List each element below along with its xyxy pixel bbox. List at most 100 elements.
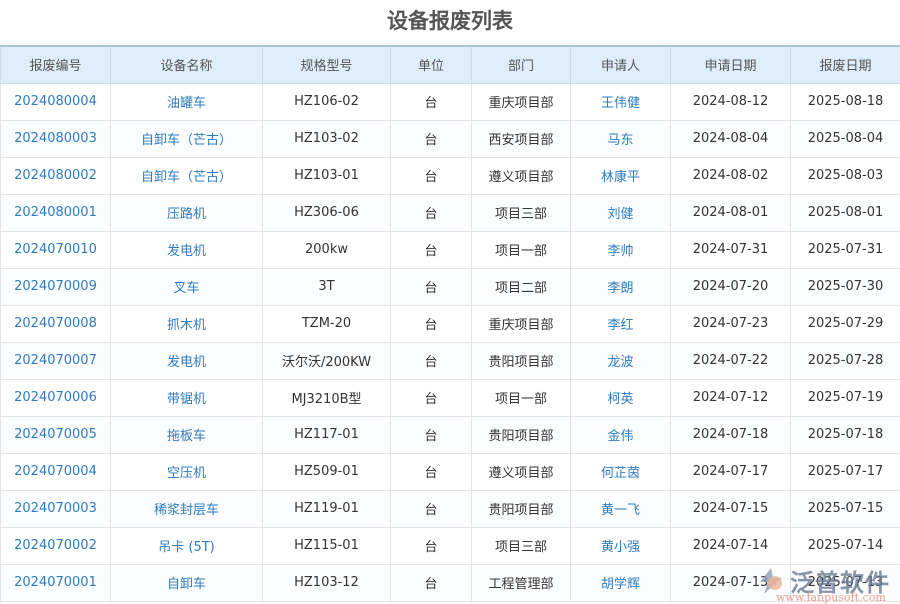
apply-date-cell: 2024-08-02 [671, 157, 791, 194]
scrap-id-cell[interactable]: 2024070006 [1, 379, 111, 416]
scrap-date-cell: 2025-07-18 [791, 416, 900, 453]
department-cell: 项目一部 [472, 379, 571, 416]
column-header[interactable]: 申请人 [571, 46, 671, 83]
apply-date-cell: 2024-07-20 [671, 268, 791, 305]
table-row: 2024070008抓木机TZM-20台重庆项目部李红2024-07-23202… [1, 305, 900, 342]
equipment-name-cell[interactable]: 自卸车 [111, 564, 263, 601]
equipment-name-cell[interactable]: 空压机 [111, 453, 263, 490]
equipment-name-cell[interactable]: 自卸车（芒古） [111, 157, 263, 194]
apply-date-cell: 2024-08-12 [671, 83, 791, 120]
scrap-id-cell[interactable]: 2024070002 [1, 527, 111, 564]
table-row: 2024070006带锯机MJ3210B型台项目一部柯英2024-07-1220… [1, 379, 900, 416]
model-cell: MJ3210B型 [263, 379, 391, 416]
scrap-date-cell: 2025-07-17 [791, 453, 900, 490]
scrap-date-cell: 2025-08-01 [791, 194, 900, 231]
applicant-cell[interactable]: 黄一飞 [571, 490, 671, 527]
applicant-cell[interactable]: 李红 [571, 305, 671, 342]
apply-date-cell: 2024-07-31 [671, 231, 791, 268]
scrap-date-cell: 2025-07-28 [791, 342, 900, 379]
applicant-cell[interactable]: 李帅 [571, 231, 671, 268]
column-header[interactable]: 申请日期 [671, 46, 791, 83]
scrap-id-cell[interactable]: 2024070007 [1, 342, 111, 379]
apply-date-cell: 2024-07-23 [671, 305, 791, 342]
applicant-cell[interactable]: 胡学辉 [571, 564, 671, 601]
scrap-id-cell[interactable]: 2024070010 [1, 231, 111, 268]
applicant-cell[interactable]: 刘健 [571, 194, 671, 231]
equipment-name-cell[interactable]: 自卸车（芒古） [111, 120, 263, 157]
table-row: 2024070005拖板车HZ117-01台贵阳项目部金伟2024-07-182… [1, 416, 900, 453]
table-row: 2024070007发电机沃尔沃/200KW台贵阳项目部龙波2024-07-22… [1, 342, 900, 379]
equipment-name-cell[interactable]: 叉车 [111, 268, 263, 305]
equipment-name-cell[interactable]: 压路机 [111, 194, 263, 231]
scrap-date-cell: 2025-08-04 [791, 120, 900, 157]
model-cell: HZ306-06 [263, 194, 391, 231]
equipment-name-cell[interactable]: 拖板车 [111, 416, 263, 453]
table-row: 2024080004油罐车HZ106-02台重庆项目部王伟健2024-08-12… [1, 83, 900, 120]
scrap-id-cell[interactable]: 2024070001 [1, 564, 111, 601]
table-row: 2024080002自卸车（芒古）HZ103-01台遵义项目部林康平2024-0… [1, 157, 900, 194]
scrap-date-cell: 2025-07-14 [791, 527, 900, 564]
equipment-name-cell[interactable]: 吊卡 (5T) [111, 527, 263, 564]
model-cell: HZ103-01 [263, 157, 391, 194]
equipment-name-cell[interactable]: 油罐车 [111, 83, 263, 120]
applicant-cell[interactable]: 黄小强 [571, 527, 671, 564]
department-cell: 工程管理部 [472, 564, 571, 601]
column-header[interactable]: 报废日期 [791, 46, 900, 83]
scrap-id-cell[interactable]: 2024070008 [1, 305, 111, 342]
scrap-table: 报废编号设备名称规格型号单位部门申请人申请日期报废日期 2024080004油罐… [0, 45, 900, 602]
column-header[interactable]: 单位 [391, 46, 472, 83]
department-cell: 贵阳项目部 [472, 342, 571, 379]
apply-date-cell: 2024-08-01 [671, 194, 791, 231]
apply-date-cell: 2024-07-18 [671, 416, 791, 453]
column-header[interactable]: 规格型号 [263, 46, 391, 83]
table-header: 报废编号设备名称规格型号单位部门申请人申请日期报废日期 [1, 46, 900, 83]
department-cell: 项目三部 [472, 527, 571, 564]
model-cell: HZ117-01 [263, 416, 391, 453]
applicant-cell[interactable]: 龙波 [571, 342, 671, 379]
model-cell: HZ115-01 [263, 527, 391, 564]
table-row: 2024070009叉车3T台项目二部李朗2024-07-202025-07-3… [1, 268, 900, 305]
scrap-date-cell: 2025-07-31 [791, 231, 900, 268]
scrap-date-cell: 2025-07-29 [791, 305, 900, 342]
unit-cell: 台 [391, 157, 472, 194]
scrap-id-cell[interactable]: 2024080004 [1, 83, 111, 120]
scrap-id-cell[interactable]: 2024080003 [1, 120, 111, 157]
equipment-name-cell[interactable]: 发电机 [111, 342, 263, 379]
column-header[interactable]: 设备名称 [111, 46, 263, 83]
department-cell: 贵阳项目部 [472, 416, 571, 453]
equipment-name-cell[interactable]: 带锯机 [111, 379, 263, 416]
applicant-cell[interactable]: 林康平 [571, 157, 671, 194]
applicant-cell[interactable]: 王伟健 [571, 83, 671, 120]
applicant-cell[interactable]: 马东 [571, 120, 671, 157]
applicant-cell[interactable]: 李朗 [571, 268, 671, 305]
table-row: 2024070010发电机200kw台项目一部李帅2024-07-312025-… [1, 231, 900, 268]
unit-cell: 台 [391, 268, 472, 305]
scrap-id-cell[interactable]: 2024070005 [1, 416, 111, 453]
model-cell: HZ103-12 [263, 564, 391, 601]
equipment-name-cell[interactable]: 抓木机 [111, 305, 263, 342]
column-header[interactable]: 部门 [472, 46, 571, 83]
apply-date-cell: 2024-07-17 [671, 453, 791, 490]
equipment-name-cell[interactable]: 稀浆封层车 [111, 490, 263, 527]
scrap-id-cell[interactable]: 2024070003 [1, 490, 111, 527]
scrap-id-cell[interactable]: 2024080001 [1, 194, 111, 231]
unit-cell: 台 [391, 490, 472, 527]
unit-cell: 台 [391, 527, 472, 564]
equipment-name-cell[interactable]: 发电机 [111, 231, 263, 268]
table-row: 2024070004空压机HZ509-01台遵义项目部何芷茵2024-07-17… [1, 453, 900, 490]
applicant-cell[interactable]: 金伟 [571, 416, 671, 453]
scrap-id-cell[interactable]: 2024080002 [1, 157, 111, 194]
apply-date-cell: 2024-07-14 [671, 527, 791, 564]
unit-cell: 台 [391, 379, 472, 416]
scrap-id-cell[interactable]: 2024070004 [1, 453, 111, 490]
scrap-date-cell: 2025-07-19 [791, 379, 900, 416]
scrap-date-cell: 2025-07-15 [791, 490, 900, 527]
table-row: 2024080001压路机HZ306-06台项目三部刘健2024-08-0120… [1, 194, 900, 231]
applicant-cell[interactable]: 柯英 [571, 379, 671, 416]
table-row: 2024070002吊卡 (5T)HZ115-01台项目三部黄小强2024-07… [1, 527, 900, 564]
apply-date-cell: 2024-07-22 [671, 342, 791, 379]
applicant-cell[interactable]: 何芷茵 [571, 453, 671, 490]
unit-cell: 台 [391, 194, 472, 231]
scrap-id-cell[interactable]: 2024070009 [1, 268, 111, 305]
column-header[interactable]: 报废编号 [1, 46, 111, 83]
